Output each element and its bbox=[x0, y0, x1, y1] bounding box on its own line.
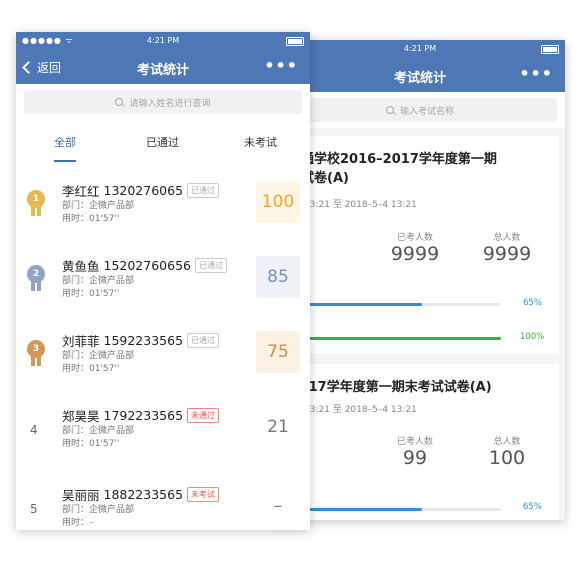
tab-passed[interactable]: 已通过 bbox=[146, 134, 179, 150]
stat-label: 已考人数 bbox=[396, 437, 433, 447]
status-badge: 未考试 bbox=[187, 487, 220, 502]
exam-card[interactable]: 市交通学校2016–2017学年度第一期 考试试卷(A) 8–5–4 13:21… bbox=[275, 136, 559, 354]
stat-value: 100 bbox=[488, 447, 526, 469]
progress-percent: 65% bbox=[523, 502, 542, 512]
rank-number: 4 bbox=[30, 423, 38, 437]
exam-card[interactable]: 6–2017学年度第一期末考试试卷(A) 8–5–4 13:21 至 2018–… bbox=[275, 364, 559, 520]
tab-underline bbox=[54, 160, 76, 162]
department: 部门：企微产品部 bbox=[62, 426, 135, 436]
tab-all[interactable]: 全部 bbox=[54, 134, 76, 150]
exam-title-line: 考试试卷(A) bbox=[275, 171, 349, 186]
search-area: 输入考试名称 bbox=[275, 92, 565, 128]
table-row[interactable]: 5 吴丽丽 1882233565 未考试 部门：企微产品部 用时：– – bbox=[16, 480, 310, 530]
exam-title: 市交通学校2016–2017学年度第一期 考试试卷(A) bbox=[275, 150, 565, 188]
more-icon[interactable]: ••• bbox=[264, 56, 298, 75]
tab-not-taken[interactable]: 未考试 bbox=[244, 134, 277, 150]
status-time: 4:21 PM bbox=[403, 44, 437, 53]
status-badge: 未通过 bbox=[187, 408, 220, 423]
stat-value: 9999 bbox=[482, 243, 532, 265]
stat-value: 9999 bbox=[390, 243, 440, 265]
status-badge: 已通过 bbox=[187, 333, 220, 348]
more-icon[interactable]: ••• bbox=[519, 64, 553, 83]
search-icon bbox=[385, 106, 394, 114]
table-row[interactable]: 1 李红红 1320276065 已通过 部门：企微产品部 用时：01'57''… bbox=[16, 176, 310, 251]
score: 21 bbox=[267, 417, 289, 437]
exam-stats-screen: ●●●●● ᯤ 4:21 PM 返回 考试统计 ••• 请输入姓名进行查询 全部… bbox=[16, 32, 310, 530]
exam-title-line: 市交通学校2016–2017学年度第一期 bbox=[275, 152, 497, 167]
phone: 1792233565 bbox=[103, 408, 184, 423]
status-bar: 4:21 PM bbox=[275, 40, 565, 58]
progress-percent: 100% bbox=[520, 332, 545, 342]
score: 100 bbox=[256, 181, 300, 223]
duration: 用时：01'57'' bbox=[62, 289, 120, 299]
phone: 15202760656 bbox=[103, 258, 191, 273]
search-icon bbox=[115, 98, 124, 106]
status-time: 4:21 PM bbox=[146, 36, 180, 45]
exam-title-line: 6–2017学年度第一期末考试试卷(A) bbox=[275, 380, 492, 395]
phone: 1882233565 bbox=[103, 487, 184, 502]
score: – bbox=[273, 496, 283, 516]
duration: 用时：01'57'' bbox=[62, 364, 120, 374]
status-badge: 已通过 bbox=[194, 258, 227, 273]
table-row[interactable]: 3 刘菲菲 1592233565 已通过 部门：企微产品部 用时：01'57''… bbox=[16, 326, 310, 401]
stat-label: 总人数 bbox=[493, 233, 521, 243]
table-row[interactable]: 4 郑昊昊 1792233565 未通过 部门：企微产品部 用时：01'57''… bbox=[16, 401, 310, 476]
phone: 1320276065 bbox=[103, 183, 184, 198]
rank-number: 5 bbox=[30, 502, 38, 516]
search-input[interactable]: 输入考试名称 bbox=[283, 98, 557, 122]
exam-title: 6–2017学年度第一期末考试试卷(A) bbox=[275, 378, 565, 397]
search-area: 请输入姓名进行查询 bbox=[16, 84, 310, 120]
department: 部门：企微产品部 bbox=[62, 505, 135, 515]
search-placeholder: 请输入姓名进行查询 bbox=[129, 98, 211, 109]
stat-value: 99 bbox=[402, 447, 428, 469]
filter-tabs: 全部 已通过 未考试 bbox=[16, 130, 310, 162]
bronze-medal-icon: 3 bbox=[26, 340, 46, 368]
battery-icon bbox=[286, 37, 304, 46]
duration: 用时：01'57'' bbox=[62, 214, 120, 224]
exam-list-screen: 4:21 PM 考试统计 ••• 输入考试名称 市交通学校2016–2017学年… bbox=[275, 40, 565, 520]
search-placeholder: 输入考试名称 bbox=[399, 106, 454, 117]
silver-medal-icon: 2 bbox=[26, 265, 46, 293]
department: 部门：企微产品部 bbox=[62, 351, 135, 361]
nav-bar: 返回 考试统计 ••• bbox=[16, 50, 310, 84]
battery-icon bbox=[541, 45, 559, 54]
department: 部门：企微产品部 bbox=[62, 201, 135, 211]
search-input[interactable]: 请输入姓名进行查询 bbox=[24, 90, 302, 114]
score: 75 bbox=[256, 331, 300, 373]
medal-ribbon bbox=[31, 206, 41, 216]
stat-label: 已考人数 bbox=[396, 233, 433, 243]
department: 部门：企微产品部 bbox=[62, 276, 135, 286]
nav-bar: 考试统计 ••• bbox=[275, 58, 565, 92]
progress-percent: 65% bbox=[523, 298, 542, 308]
table-row[interactable]: 2 黄鱼鱼 15202760656 已通过 部门：企微产品部 用时：01'57'… bbox=[16, 251, 310, 326]
status-badge: 已通过 bbox=[187, 183, 220, 198]
status-bar: ●●●●● ᯤ 4:21 PM bbox=[16, 32, 310, 50]
phone: 1592233565 bbox=[103, 333, 184, 348]
score: 85 bbox=[256, 256, 300, 298]
duration: 用时：– bbox=[62, 518, 94, 528]
stat-label: 总人数 bbox=[493, 437, 521, 447]
medal-ribbon bbox=[31, 356, 41, 366]
gold-medal-icon: 1 bbox=[26, 190, 46, 218]
duration: 用时：01'57'' bbox=[62, 439, 120, 449]
medal-ribbon bbox=[31, 281, 41, 291]
